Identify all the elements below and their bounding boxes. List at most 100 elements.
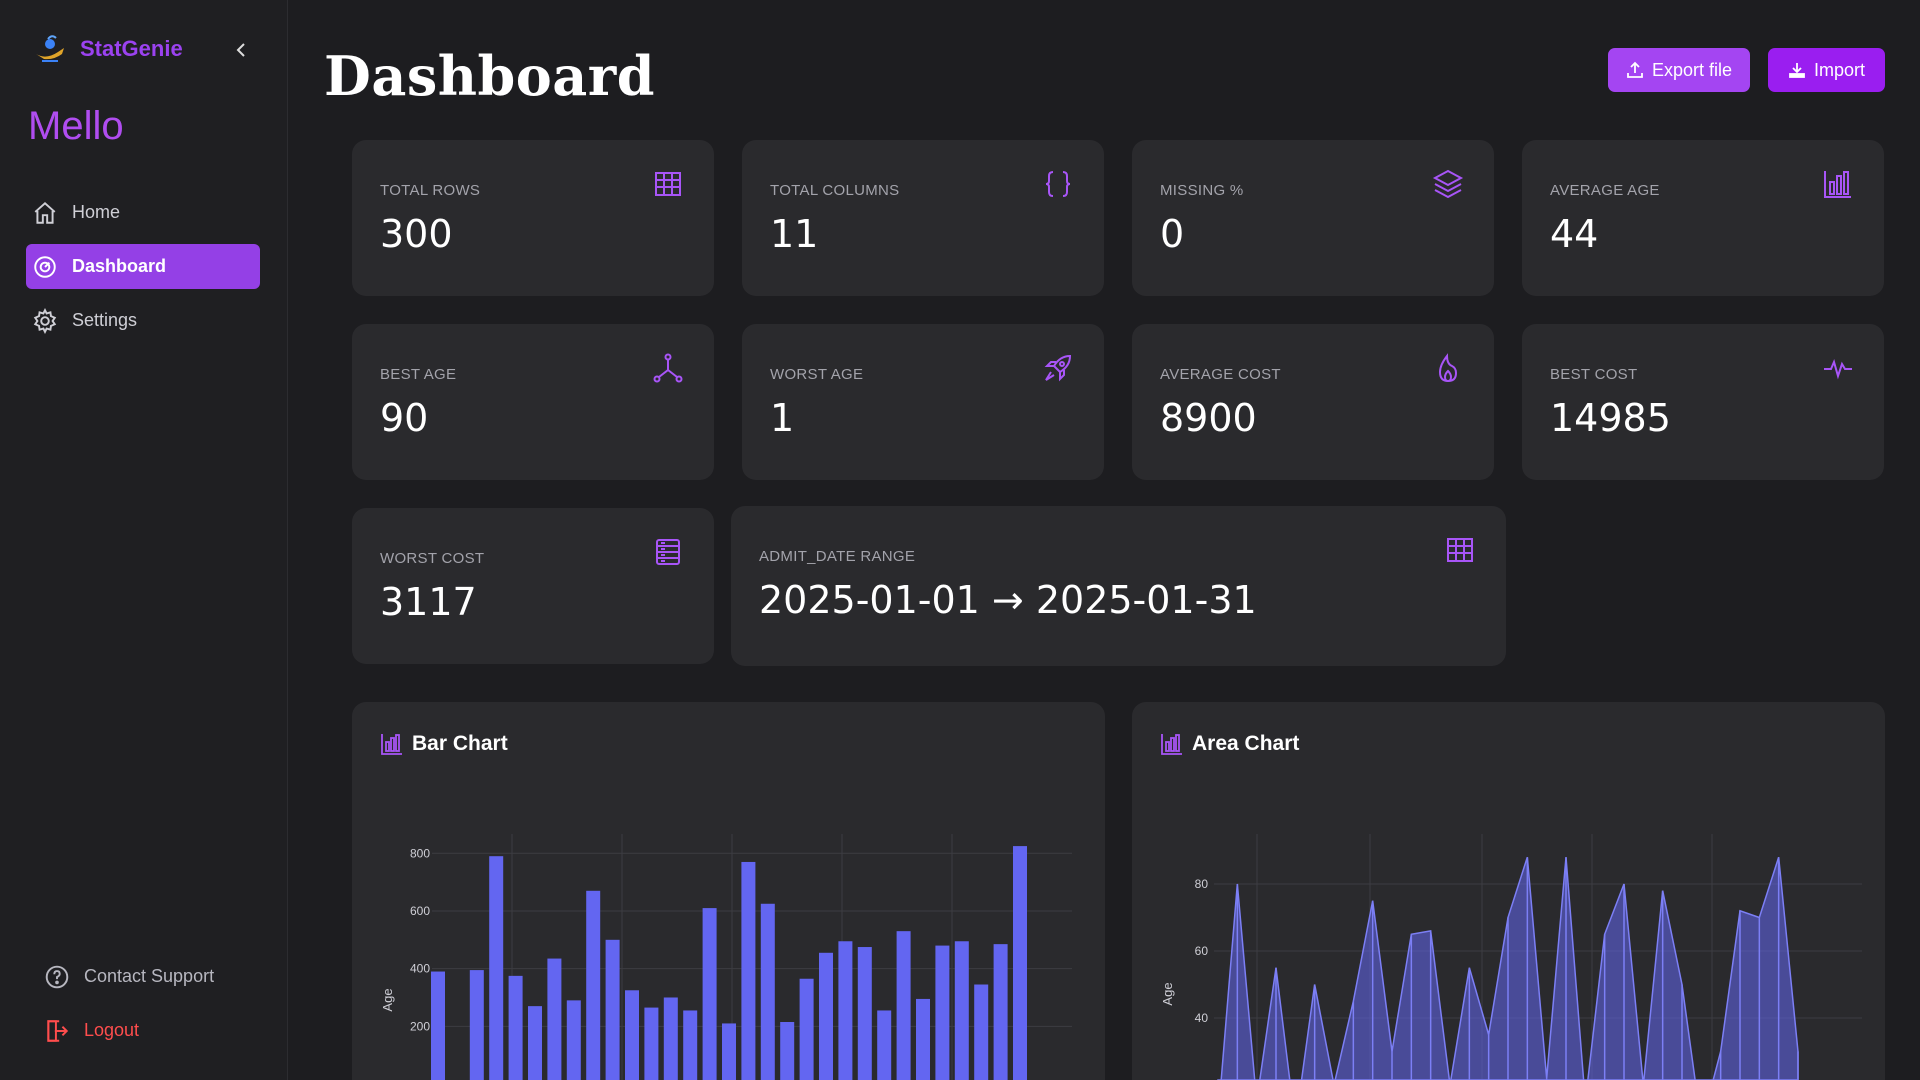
braces-icon [1045, 171, 1071, 197]
logout-label: Logout [84, 1020, 140, 1040]
stat-card-average-cost: AVERAGE COST 8900 [1132, 324, 1494, 480]
stat-card-admit-date-range: ADMIT_DATE RANGE 2025-01-01 → 2025-01-31 [731, 506, 1506, 666]
sidebar: StatGenie Mello Home Dashboard Settings … [0, 0, 288, 1080]
nav-item-settings[interactable]: Settings [26, 298, 260, 343]
bar [896, 931, 911, 1080]
contact-support-label: Contact Support [84, 966, 215, 986]
bar [566, 1000, 581, 1080]
brand[interactable]: StatGenie [32, 34, 183, 64]
bar [508, 975, 523, 1080]
bar [877, 1010, 892, 1080]
import-label: Import [1813, 59, 1865, 80]
nav-bottom: Contact Support Logout [44, 954, 214, 1062]
network-icon [653, 353, 683, 383]
nav-menu: Home Dashboard Settings [26, 190, 260, 352]
gauge-icon [34, 255, 56, 278]
logout-link[interactable]: Logout [44, 1008, 214, 1053]
bar [702, 908, 717, 1080]
stat-card-best-cost: BEST COST 14985 [1522, 324, 1884, 480]
bar [431, 971, 445, 1080]
flame-icon [1438, 353, 1458, 383]
nav-item-dashboard[interactable]: Dashboard [26, 244, 260, 289]
stat-label: AVERAGE AGE [1550, 182, 1660, 199]
contact-support-link[interactable]: Contact Support [44, 954, 214, 999]
stat-label: WORST COST [380, 550, 485, 567]
chevron-left-icon [236, 43, 245, 57]
stat-card-total-columns: TOTAL COLUMNS 11 [742, 140, 1104, 296]
stat-value: 90 [380, 396, 429, 440]
stat-card-average-age: AVERAGE AGE 44 [1522, 140, 1884, 296]
download-icon [1789, 63, 1805, 78]
bar [935, 945, 950, 1080]
y-axis-label: Age [1160, 982, 1175, 1005]
y-tick-label: 400 [410, 962, 430, 976]
bar [838, 941, 853, 1080]
area-chart: 40 60 80 Age [1160, 834, 1862, 1080]
bar [722, 1023, 736, 1080]
y-tick-label: 600 [410, 904, 430, 918]
help-circle-icon [45, 965, 69, 988]
bar-chart-icon [1824, 171, 1851, 198]
bar [528, 1006, 542, 1080]
stat-value: 300 [380, 212, 453, 256]
logout-icon [47, 1019, 69, 1042]
stat-card-worst-age: WORST AGE 1 [742, 324, 1104, 480]
area-chart-panel: Area Chart 40 60 80 Age [1132, 702, 1885, 1080]
stat-card-total-rows: TOTAL ROWS 300 [352, 140, 714, 296]
export-file-button[interactable]: Export file [1608, 48, 1750, 92]
nav-item-home[interactable]: Home [26, 190, 260, 235]
page-title: Dashboard [324, 44, 655, 108]
bar-chart-panel: Bar Chart 200 400 600 800 Age [352, 702, 1105, 1080]
bar [780, 1022, 795, 1080]
export-file-label: Export file [1651, 59, 1733, 80]
nav-label-home: Home [72, 202, 121, 222]
nav-label-dashboard: Dashboard [72, 256, 167, 276]
bar [916, 998, 930, 1080]
bar [993, 944, 1008, 1080]
table-icon [655, 172, 681, 196]
stat-label: TOTAL ROWS [380, 182, 481, 199]
upload-icon [1627, 61, 1643, 78]
stat-label: BEST COST [1550, 366, 1638, 383]
y-tick-label: 800 [410, 846, 430, 860]
user-name: Mello [28, 104, 124, 148]
table-icon [1447, 538, 1473, 562]
bar [857, 947, 872, 1080]
stat-value: 44 [1550, 212, 1599, 256]
y-axis-label: Age [380, 988, 395, 1011]
collapse-sidebar-button[interactable] [228, 36, 256, 64]
bar [547, 958, 562, 1080]
bar [974, 984, 989, 1080]
gear-icon [33, 307, 57, 334]
import-button[interactable]: Import [1768, 48, 1885, 92]
y-tick-label: 40 [1195, 1011, 1209, 1025]
stat-value: 1 [770, 396, 795, 440]
stat-card-best-age: BEST AGE 90 [352, 324, 714, 480]
rocket-icon [1044, 354, 1072, 382]
genie-lamp-logo [36, 35, 64, 62]
stat-value: 2025-01-01 → 2025-01-31 [759, 578, 1257, 622]
home-icon [34, 201, 56, 224]
stat-card-missing: MISSING % 0 [1132, 140, 1494, 296]
brand-name: StatGenie [80, 36, 183, 61]
stat-label: WORST AGE [770, 366, 864, 383]
stat-label: MISSING % [1160, 182, 1244, 199]
stat-label: AVERAGE COST [1160, 366, 1281, 383]
stat-card-worst-cost: WORST COST 3117 [352, 508, 714, 664]
bar [1013, 846, 1027, 1080]
bar [760, 903, 775, 1080]
bar [819, 952, 833, 1080]
bar [605, 939, 620, 1080]
bar [799, 978, 814, 1080]
bar [586, 890, 601, 1080]
stat-label: TOTAL COLUMNS [770, 182, 900, 199]
stat-label: BEST AGE [380, 366, 457, 383]
bar [954, 941, 969, 1080]
y-tick-label: 200 [410, 1019, 430, 1033]
pulse-icon [1824, 359, 1852, 380]
stat-value: 8900 [1160, 396, 1257, 440]
bar [683, 1010, 698, 1080]
bar [489, 856, 504, 1080]
layers-icon [1432, 169, 1464, 199]
bar [663, 997, 678, 1080]
